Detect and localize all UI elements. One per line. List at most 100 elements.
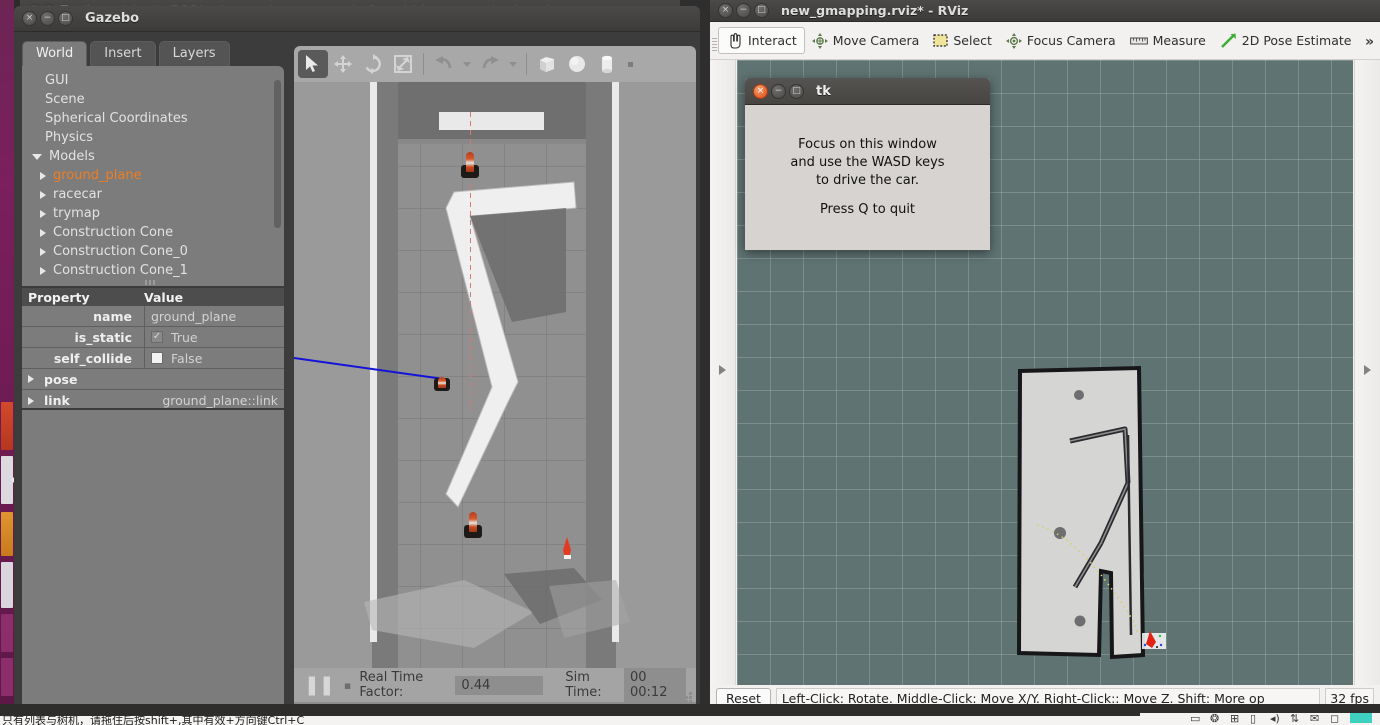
tool-2d-pose-estimate[interactable]: 2D Pose Estimate — [1213, 29, 1359, 53]
launcher-icon-firefox[interactable] — [1, 402, 13, 450]
gazebo-window[interactable]: × − □ Gazebo World Insert Layers GUI Sce… — [14, 6, 700, 720]
insert-cylinder-button[interactable] — [592, 50, 622, 78]
tk-titlebar[interactable]: × − □ tk — [745, 78, 990, 105]
table-row[interactable]: self_collide False — [22, 348, 284, 369]
unity-launcher[interactable] — [0, 0, 15, 725]
tool-move-camera[interactable]: Move Camera — [805, 29, 927, 53]
tree-item-spherical-coordinates[interactable]: Spherical Coordinates — [22, 109, 284, 128]
checkbox-checked-icon[interactable]: ✓ — [151, 331, 163, 343]
gazebo-tab-bar[interactable]: World Insert Layers — [22, 38, 284, 66]
tab-layers[interactable]: Layers — [158, 41, 230, 66]
left-panel-splitter[interactable] — [710, 60, 736, 685]
redo-dropdown-icon[interactable] — [509, 61, 517, 67]
gazebo-toolbar[interactable] — [294, 46, 696, 82]
tree-item-scene[interactable]: Scene — [22, 90, 284, 109]
ime-indicator[interactable] — [1350, 713, 1372, 723]
maximize-icon[interactable]: □ — [789, 83, 804, 99]
bluetooth-icon[interactable]: ❂ — [1210, 713, 1221, 724]
chevron-right-icon[interactable] — [40, 190, 46, 199]
mail-icon[interactable]: ✉ — [1310, 713, 1321, 724]
tab-insert[interactable]: Insert — [90, 41, 156, 66]
launcher-icon-app-6[interactable] — [1, 658, 13, 696]
select-tool-button[interactable] — [298, 50, 328, 78]
chevron-right-icon[interactable] — [1364, 365, 1371, 375]
construction-cone[interactable] — [464, 512, 482, 538]
tool-interact[interactable]: Interact — [718, 27, 805, 54]
insert-sphere-button[interactable] — [562, 50, 592, 78]
translate-tool-button[interactable] — [328, 50, 358, 78]
maximize-icon[interactable]: □ — [754, 3, 769, 18]
tree-item-models[interactable]: Models — [22, 147, 284, 166]
minimize-icon[interactable]: − — [40, 11, 55, 26]
resize-grip[interactable] — [680, 691, 692, 703]
table-row[interactable]: pose — [22, 369, 284, 390]
gazebo-titlebar[interactable]: × − □ Gazebo — [14, 6, 700, 32]
toolbar-drag-handle[interactable] — [712, 38, 717, 53]
tree-item-construction-cone-1[interactable]: Construction Cone_1 — [22, 261, 284, 280]
step-icon[interactable]: ▪ — [344, 679, 351, 692]
world-tree[interactable]: GUI Scene Spherical Coordinates Physics … — [22, 66, 284, 286]
property-value[interactable] — [144, 369, 284, 389]
property-value[interactable]: ground_plane — [144, 306, 284, 326]
construction-cone[interactable] — [461, 152, 479, 178]
chevron-right-icon[interactable] — [40, 171, 46, 180]
gazebo-3d-viewport[interactable] — [294, 82, 696, 668]
minimize-icon[interactable]: − — [736, 3, 751, 18]
construction-cone[interactable] — [434, 377, 450, 391]
table-row[interactable]: name ground_plane — [22, 306, 284, 327]
tree-item-construction-cone-0[interactable]: Construction Cone_0 — [22, 242, 284, 261]
rotate-tool-button[interactable] — [358, 50, 388, 78]
launcher-icon-gazebo[interactable] — [1, 562, 13, 608]
table-row[interactable]: is_static ✓ True — [22, 327, 284, 348]
chevron-right-icon[interactable] — [719, 365, 726, 375]
table-row[interactable]: link ground_plane::link — [22, 390, 284, 411]
property-value[interactable]: False — [144, 348, 284, 368]
tab-world[interactable]: World — [22, 41, 88, 66]
insert-box-button[interactable] — [532, 50, 562, 78]
close-icon[interactable]: × — [718, 3, 733, 18]
system-tray[interactable]: ▭ ❂ ⊞ ▯ ◂) ⇅ ✉ ◻ — [1140, 713, 1380, 725]
tree-item-ground-plane[interactable]: ground_plane — [22, 166, 284, 185]
volume-icon[interactable]: ◂) — [1270, 713, 1281, 724]
network-icon[interactable]: ⇅ — [1290, 713, 1301, 724]
minimize-icon[interactable]: − — [771, 83, 786, 99]
chevron-right-icon[interactable] — [40, 209, 46, 218]
launcher-icon-terminal[interactable] — [1, 512, 13, 556]
tool-select[interactable]: Select — [926, 29, 999, 52]
tree-item-gui[interactable]: GUI — [22, 71, 284, 90]
chevron-down-icon[interactable] — [32, 153, 42, 160]
display-icon[interactable]: ▭ — [1190, 713, 1201, 724]
maximize-icon[interactable]: □ — [58, 11, 73, 26]
tool-measure[interactable]: Measure — [1123, 29, 1213, 52]
property-value[interactable]: ground_plane::link — [144, 390, 284, 411]
chevron-right-icon[interactable] — [40, 247, 46, 256]
tool-focus-camera[interactable]: Focus Camera — [999, 29, 1123, 53]
chevron-right-icon[interactable] — [40, 266, 46, 275]
toolbar-overflow-button[interactable]: » — [1365, 34, 1374, 50]
clock-icon[interactable]: ◻ — [1330, 713, 1341, 724]
pause-icon[interactable]: ❚❚ — [304, 674, 335, 696]
rviz-titlebar[interactable]: × − □ new_gmapping.rviz* - RViz — [710, 0, 1380, 22]
rviz-toolbar[interactable]: Interact Move Camera Select Focus Camera… — [710, 22, 1380, 60]
racecar-model[interactable] — [562, 537, 574, 559]
tree-scrollbar[interactable] — [274, 80, 281, 228]
checkbox-unchecked-icon[interactable] — [151, 352, 163, 364]
tree-item-physics[interactable]: Physics — [22, 128, 284, 147]
tree-item-racecar[interactable]: racecar — [22, 185, 284, 204]
tk-dialog-window[interactable]: × − □ tk Focus on this window and use th… — [745, 78, 990, 250]
launcher-icon-app-5[interactable] — [1, 614, 13, 652]
redo-button[interactable] — [475, 50, 505, 78]
close-icon[interactable]: × — [22, 11, 37, 26]
close-icon[interactable]: × — [753, 83, 768, 99]
chevron-right-icon[interactable] — [28, 396, 34, 405]
chevron-right-icon[interactable] — [28, 375, 34, 383]
battery-icon[interactable]: ▯ — [1250, 713, 1261, 724]
toolbar-more-dot-icon[interactable] — [628, 61, 633, 67]
tree-item-trymap[interactable]: trymap — [22, 204, 284, 223]
chevron-right-icon[interactable] — [40, 228, 46, 237]
right-panel-splitter[interactable] — [1354, 60, 1380, 685]
scale-tool-button[interactable] — [388, 50, 418, 78]
property-value[interactable]: ✓ True — [144, 327, 284, 347]
undo-button[interactable] — [429, 50, 459, 78]
undo-dropdown-icon[interactable] — [463, 61, 471, 67]
